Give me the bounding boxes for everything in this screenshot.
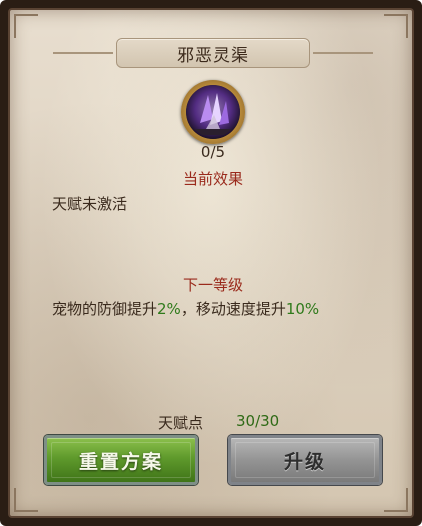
purple-crystal-icon [186,85,240,139]
corner-ornament [384,14,408,38]
corner-ornament [14,488,38,512]
move-speed-bonus-value: 10% [285,300,320,318]
current-effect-heading: 当前效果 [182,170,243,188]
talent-panel: 邪恶灵渠 0/5 当前效果 天赋未激活 下一等级 宠物的防御提升2%，移动速度提… [8,8,414,518]
next-level-heading: 下一等级 [182,276,243,294]
defense-bonus-value: 2% [157,300,181,318]
current-effect-text: 天赋未激活 [52,195,128,213]
talent-progress: 0/5 [200,143,226,161]
next-level-text-part2: ，移动速度提升 [180,300,286,318]
next-level-text: 宠物的防御提升2%，移动速度提升10% [52,298,319,319]
next-level-text-part1: 宠物的防御提升 [52,300,158,318]
talent-icon-frame[interactable] [181,80,245,144]
corner-ornament [14,14,38,38]
window-frame: 邪恶灵渠 0/5 当前效果 天赋未激活 下一等级 宠物的防御提升2%，移动速度提… [0,0,422,526]
talent-points-label: 天赋点 [158,414,204,432]
corner-ornament [384,488,408,512]
upgrade-button[interactable]: 升级 [228,435,382,485]
reset-plan-button[interactable]: 重置方案 [44,435,198,485]
talent-title: 邪恶灵渠 [177,45,249,66]
talent-points-value: 30/30 [236,412,280,430]
title-banner: 邪恶灵渠 [53,38,373,68]
